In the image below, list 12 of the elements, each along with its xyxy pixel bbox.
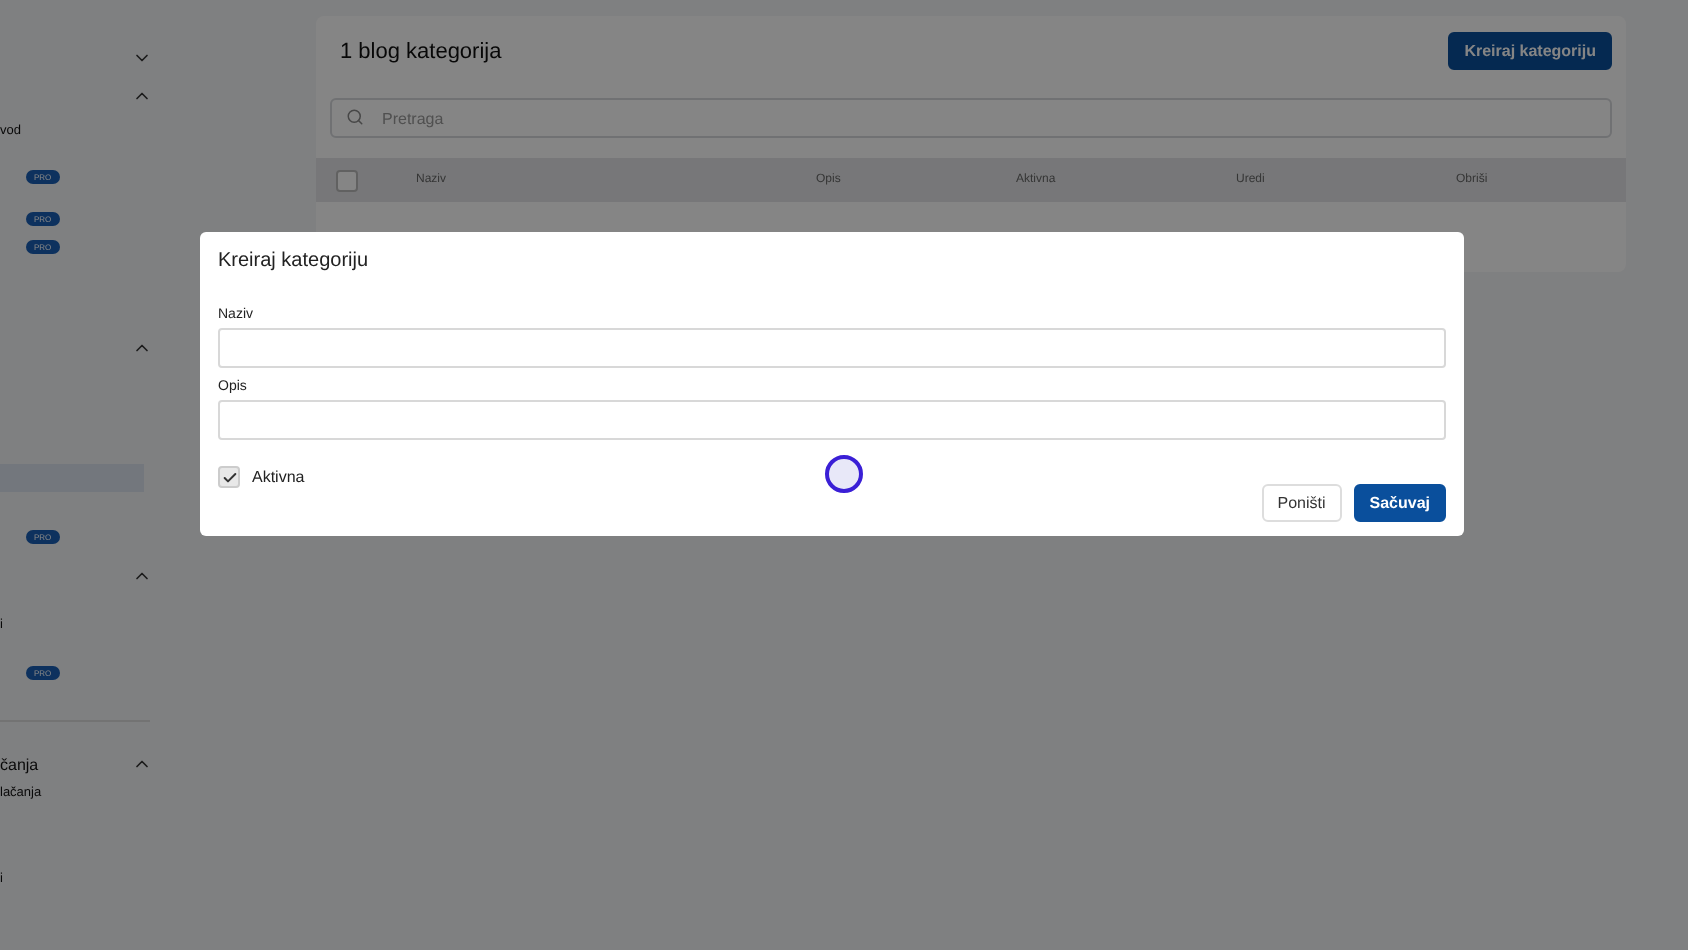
dialog-title: Kreiraj kategoriju: [218, 250, 371, 272]
cancel-button[interactable]: Poništi: [1261, 484, 1342, 522]
save-button[interactable]: Sačuvaj: [1353, 484, 1446, 522]
input-field[interactable]: [218, 400, 1446, 440]
checkbox-label: Aktivna: [252, 468, 305, 486]
active-checkbox[interactable]: [218, 466, 240, 488]
select-all-checkbox[interactable]: [336, 169, 358, 191]
search-icon: [346, 108, 364, 126]
sidebar-section[interactable]: čanja: [0, 755, 39, 774]
input-field[interactable]: [218, 328, 1446, 368]
page-title: 1 blog kategorija: [340, 39, 502, 63]
create-category-button[interactable]: Kreiraj kategoriju: [1448, 32, 1612, 70]
